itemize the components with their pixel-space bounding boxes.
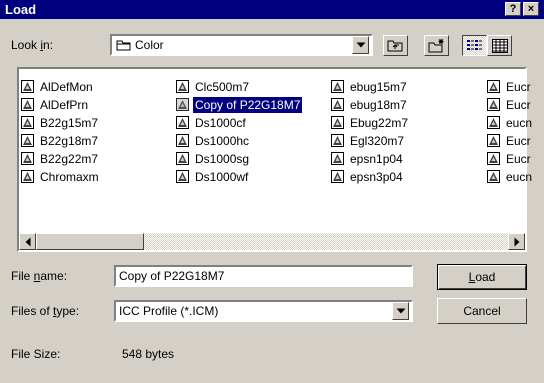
- icc-profile-icon: [176, 80, 189, 93]
- icc-profile-icon: [487, 98, 500, 111]
- load-button-label: Load: [468, 270, 496, 284]
- file-item-name: Ds1000sg: [195, 152, 250, 166]
- chevron-left-icon: [25, 237, 30, 246]
- file-item-name: B22g15m7: [40, 116, 99, 130]
- icc-profile-icon: [487, 116, 500, 129]
- file-item-name: eucn: [506, 170, 533, 184]
- close-icon: ×: [527, 3, 535, 15]
- file-item-name: Eucr: [506, 134, 531, 148]
- icc-profile-icon: [487, 134, 500, 147]
- new-folder-button[interactable]: [424, 35, 449, 56]
- icc-profile-icon: [331, 116, 344, 129]
- icc-profile-icon: [176, 98, 189, 111]
- scroll-right-button[interactable]: [508, 233, 525, 250]
- icc-profile-icon: [176, 116, 189, 129]
- chevron-right-icon: [514, 237, 519, 246]
- file-item-name: ebug18m7: [350, 98, 407, 112]
- icc-profile-icon: [331, 170, 344, 183]
- file-list[interactable]: AlDefMon AlDefPrn B22g15m7 B22g18m7 B22g22m7…: [17, 67, 532, 252]
- dialog-title: Load: [5, 2, 37, 17]
- folder-up-icon: [387, 40, 403, 52]
- cancel-button-label: Cancel: [463, 304, 501, 318]
- filename-value: Copy of P22G18M7: [119, 269, 225, 283]
- icc-profile-icon: [331, 134, 344, 147]
- lookin-combo[interactable]: Color: [110, 34, 373, 56]
- file-item-name: Eucr: [506, 98, 531, 112]
- icc-profile-icon: [331, 152, 344, 165]
- filetype-value: ICC Profile (*.ICM): [119, 304, 219, 318]
- file-item-name: AlDefPrn: [40, 98, 89, 112]
- chevron-down-icon: [356, 42, 365, 48]
- filesize-label: File Size:: [11, 347, 61, 361]
- scroll-thumb[interactable]: [36, 233, 144, 250]
- list-view-icon: [467, 40, 482, 50]
- filetype-dropdown-button[interactable]: [392, 302, 409, 320]
- lookin-label: Look in:: [11, 38, 54, 52]
- icc-profile-icon: [176, 152, 189, 165]
- new-folder-icon: [428, 39, 444, 53]
- file-item-name: Ds1000hc: [195, 134, 250, 148]
- lookin-dropdown-button[interactable]: [352, 36, 369, 54]
- icc-profile-icon: [21, 170, 34, 183]
- file-item-name: Eucr: [506, 80, 531, 94]
- file-item-name: epsn1p04: [350, 152, 403, 166]
- file-item-name: Ds1000wf: [195, 170, 249, 184]
- filetype-select[interactable]: ICC Profile (*.ICM): [114, 300, 413, 322]
- icc-profile-icon: [487, 152, 500, 165]
- icc-profile-icon: [21, 98, 34, 111]
- filetype-label: Files of type:: [11, 304, 80, 318]
- file-item-name: Eucr: [506, 152, 531, 166]
- filesize-value: 548 bytes: [122, 347, 175, 361]
- icc-profile-icon: [487, 80, 500, 93]
- lookin-value: Color: [135, 38, 164, 52]
- icc-profile-icon: [331, 98, 344, 111]
- file-item-name: B22g18m7: [40, 134, 99, 148]
- file-item-name: Ebug22m7: [350, 116, 409, 130]
- details-view-button[interactable]: [487, 35, 512, 56]
- file-item-name: Clc500m7: [195, 80, 250, 94]
- list-view-button[interactable]: [462, 35, 487, 56]
- icc-profile-icon: [21, 134, 34, 147]
- icc-profile-icon: [176, 170, 189, 183]
- title-bar: Load ? ×: [0, 0, 544, 19]
- file-item-name: Egl320m7: [350, 134, 405, 148]
- icc-profile-icon: [21, 152, 34, 165]
- filename-input[interactable]: Copy of P22G18M7: [114, 265, 413, 287]
- cancel-button[interactable]: Cancel: [437, 298, 527, 324]
- file-item-name: Chromaxm: [40, 170, 99, 184]
- load-button[interactable]: Load: [437, 264, 527, 290]
- file-item-name: Copy of P22G18M7: [191, 96, 304, 114]
- file-item-name: Ds1000cf: [195, 116, 246, 130]
- icc-profile-icon: [21, 116, 34, 129]
- icc-profile-icon: [487, 170, 500, 183]
- up-one-level-button[interactable]: [383, 35, 408, 56]
- icc-profile-icon: [21, 80, 34, 93]
- file-item-name: ebug15m7: [350, 80, 407, 94]
- folder-icon: [116, 40, 131, 51]
- scroll-left-button[interactable]: [19, 233, 36, 250]
- horizontal-scrollbar[interactable]: [19, 233, 525, 250]
- icc-profile-icon: [331, 80, 344, 93]
- close-button[interactable]: ×: [523, 2, 539, 16]
- help-button[interactable]: ?: [505, 2, 521, 16]
- file-item-name: epsn3p04: [350, 170, 403, 184]
- file-item-name: B22g22m7: [40, 152, 99, 166]
- load-dialog: Load ? × Look in: Color AlDefMon AlDefPr…: [0, 0, 544, 383]
- chevron-down-icon: [396, 308, 405, 314]
- file-item-name: AlDefMon: [40, 80, 93, 94]
- filename-label: File name:: [11, 269, 68, 283]
- file-item-name: eucn: [506, 116, 533, 130]
- details-view-icon: [492, 39, 508, 53]
- icc-profile-icon: [176, 134, 189, 147]
